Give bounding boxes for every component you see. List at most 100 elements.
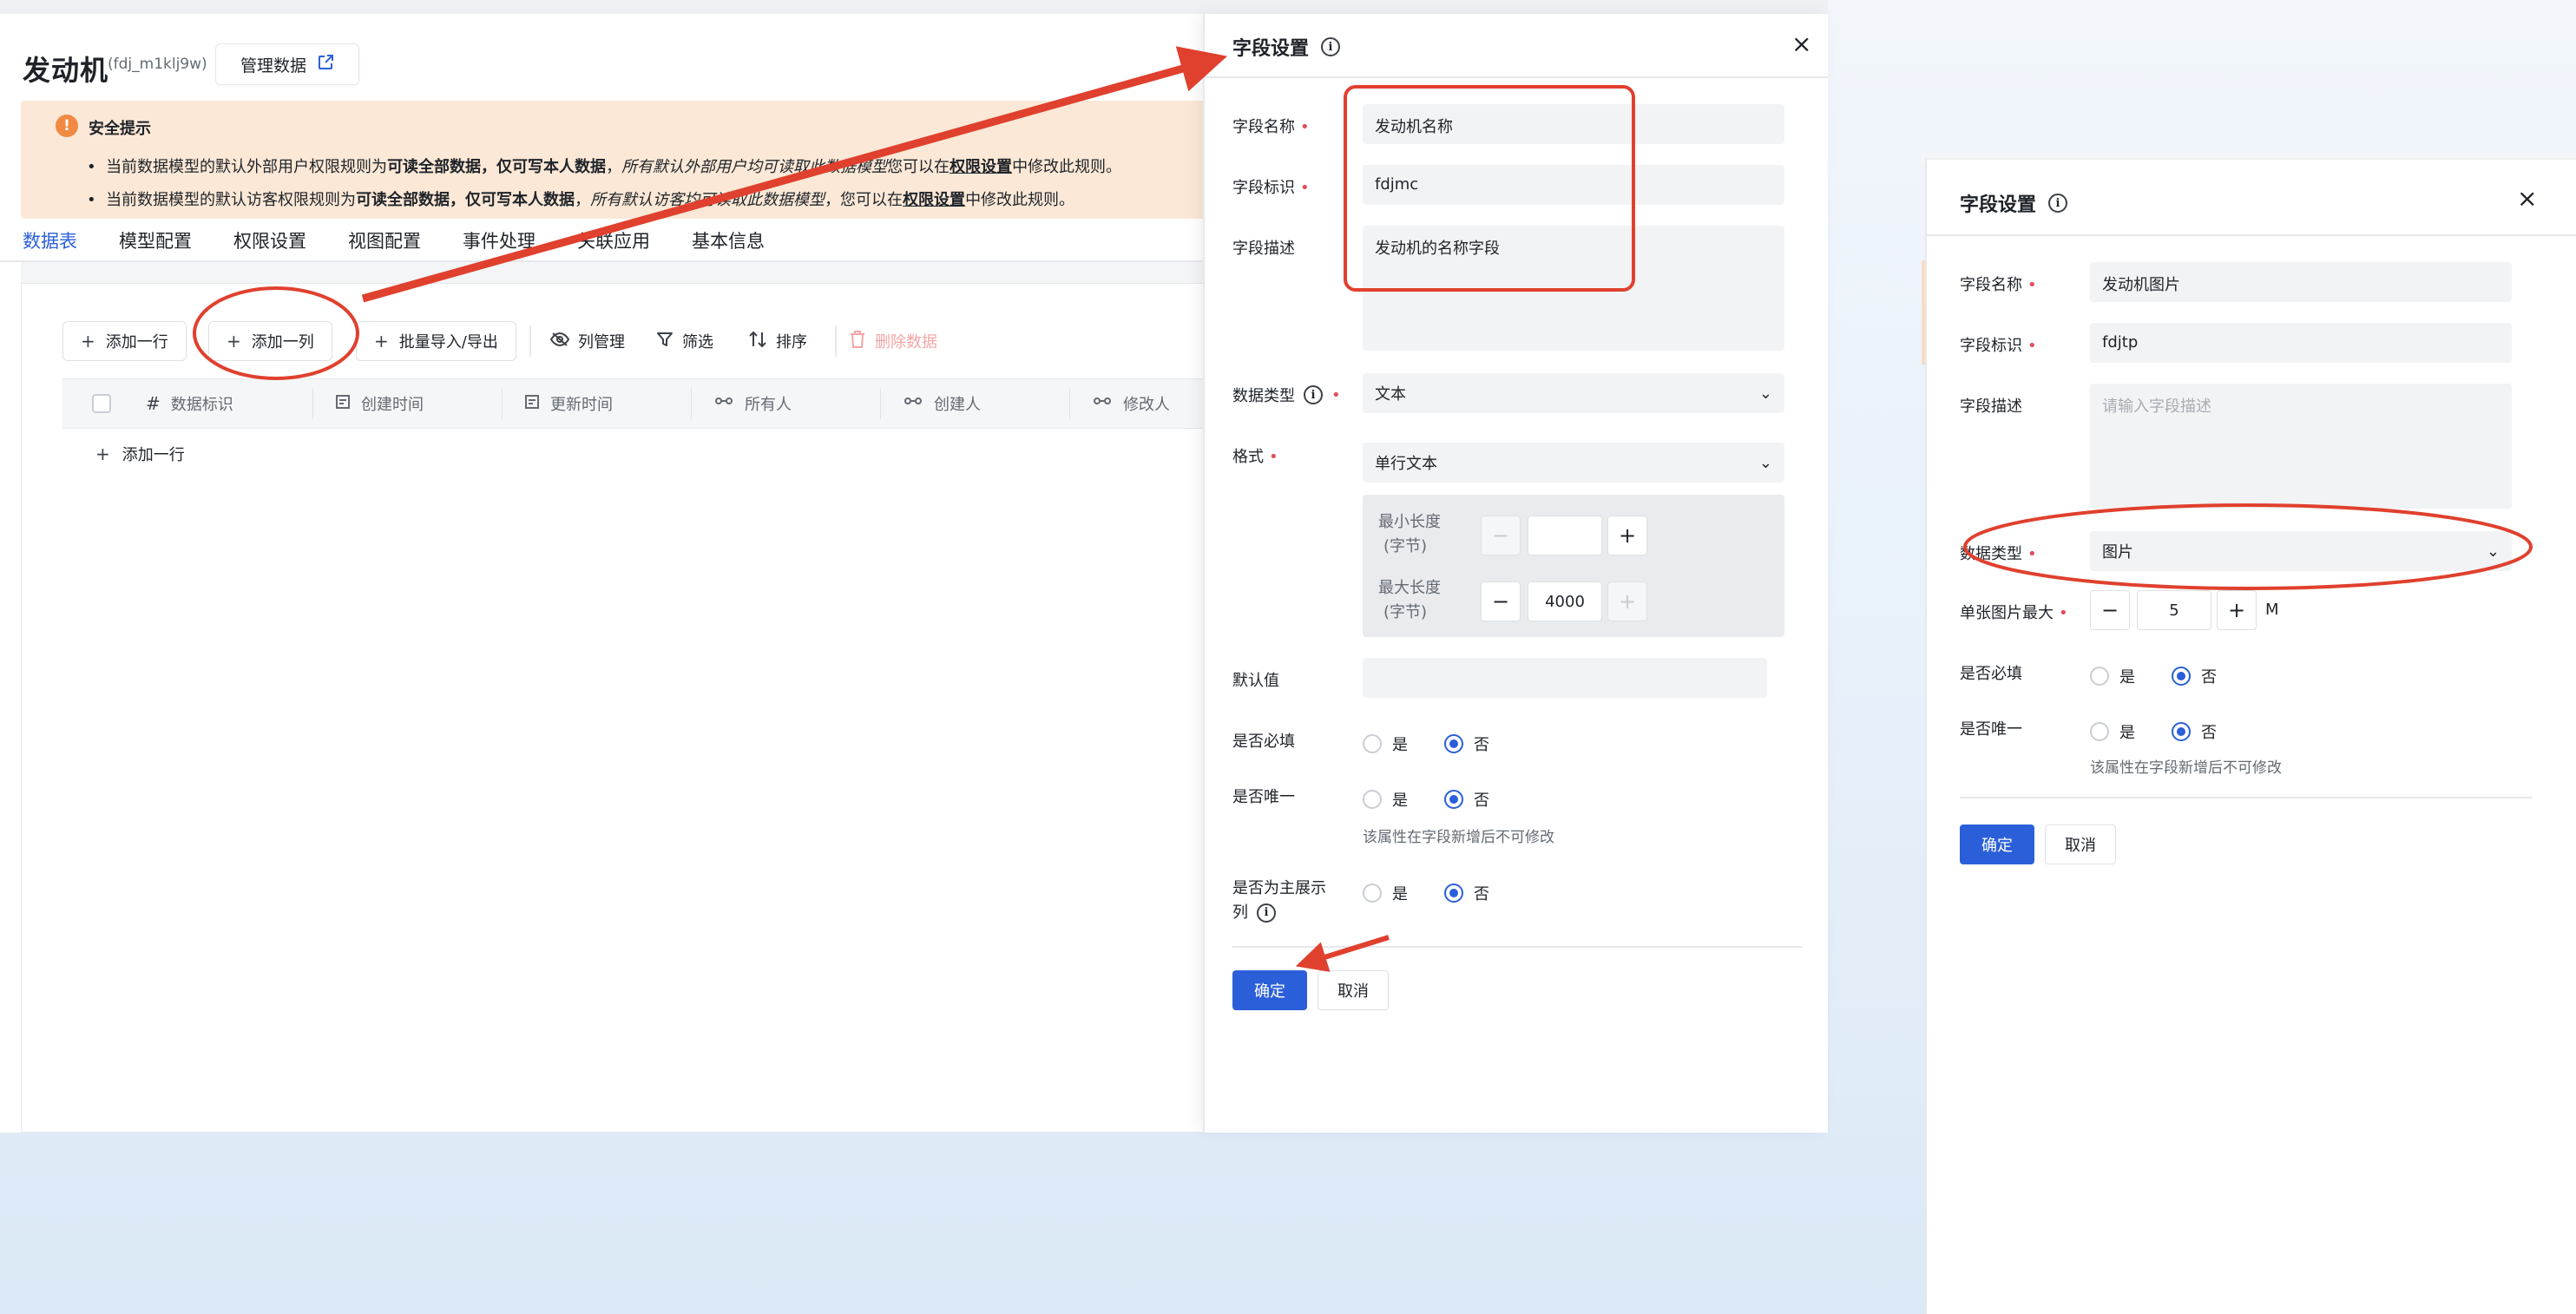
column-manage-label: 列管理	[578, 333, 625, 351]
add-column-label: 添加一列	[251, 333, 314, 351]
primary-display-label: 是否为主展示 列i	[1232, 879, 1326, 923]
table-add-row[interactable]: + 添加一行	[95, 443, 185, 465]
close-icon[interactable]: ×	[2517, 184, 2537, 213]
sort-button[interactable]: 排序	[748, 321, 807, 361]
batch-import-export-button[interactable]: + 批量导入/导出	[356, 321, 516, 361]
data-type-select[interactable]: 图片 ⌄	[2090, 531, 2512, 571]
max-length-input[interactable]: 4000	[1528, 581, 1602, 621]
image-size-decrement[interactable]: −	[2090, 590, 2130, 630]
image-size-increment[interactable]: +	[2217, 590, 2257, 630]
column-header-creator[interactable]: 创建人	[903, 379, 981, 428]
permission-settings-link-2[interactable]: 权限设置	[903, 191, 965, 209]
field-settings-panel-text: 字段设置 i × 字段名称 • 发动机名称 字段标识 • fdjmc 字段描述 发动…	[1203, 14, 1828, 1133]
user-link-icon	[1092, 394, 1113, 414]
format-select[interactable]: 单行文本 ⌄	[1363, 443, 1784, 483]
data-type-select[interactable]: 文本 ⌄	[1363, 373, 1784, 413]
unique-yes-radio[interactable]	[1363, 790, 1382, 809]
column-divider	[312, 388, 313, 419]
column-header-created-time[interactable]: 创建时间	[335, 379, 424, 428]
max-length-decrement[interactable]: −	[1481, 581, 1521, 621]
min-length-input[interactable]	[1528, 516, 1602, 555]
required-yes-radio[interactable]	[2090, 667, 2109, 686]
close-icon[interactable]: ×	[1791, 30, 1811, 58]
warning-icon: !	[56, 115, 78, 137]
tab-related-apps[interactable]: 关联应用	[577, 227, 671, 262]
add-row-button[interactable]: + 添加一行	[62, 321, 187, 361]
manage-data-button[interactable]: 管理数据	[215, 43, 359, 85]
info-icon[interactable]: i	[1304, 385, 1323, 404]
panel-header-divider	[1205, 76, 1828, 78]
image-size-label: 单张图片最大 •	[1960, 604, 2068, 622]
plus-icon: +	[81, 331, 95, 351]
field-name-input[interactable]: 发动机名称	[1363, 104, 1784, 144]
primary-no-radio[interactable]	[1444, 884, 1463, 903]
table-add-row-label: 添加一行	[122, 446, 185, 464]
tab-events[interactable]: 事件处理	[463, 227, 556, 262]
required-yes-radio[interactable]	[1363, 734, 1382, 753]
eye-off-icon	[549, 332, 570, 351]
model-identifier: (fdj_m1klj9w)	[108, 56, 207, 73]
field-name-label: 字段名称 •	[1232, 118, 1310, 136]
unique-hint: 该属性在字段新增后不可修改	[1363, 829, 1554, 846]
required-no-radio[interactable]	[2172, 667, 2191, 686]
column-manage-button[interactable]: 列管理	[549, 321, 625, 361]
plus-icon: +	[374, 331, 389, 351]
chevron-down-icon: ⌄	[2486, 542, 2500, 561]
default-value-input[interactable]	[1363, 658, 1767, 698]
filter-button[interactable]: 筛选	[656, 321, 713, 361]
filter-icon	[656, 331, 674, 352]
delete-data-label: 删除数据	[875, 333, 937, 351]
info-icon[interactable]: i	[1321, 37, 1341, 56]
field-id-input[interactable]: fdjmc	[1363, 165, 1784, 205]
delete-data-button[interactable]: 删除数据	[849, 321, 937, 361]
window-top-strip	[0, 0, 1828, 14]
column-header-owner[interactable]: 所有人	[713, 379, 792, 428]
primary-yes-radio[interactable]	[1363, 884, 1382, 903]
max-length-increment[interactable]: +	[1607, 581, 1647, 621]
cancel-button[interactable]: 取消	[2045, 825, 2116, 864]
security-notice: ! 安全提示 • 当前数据模型的默认外部用户权限规则为可读全部数据，仅可写本人数…	[21, 101, 1206, 219]
column-header-modifier[interactable]: 修改人	[1092, 379, 1170, 428]
min-length-decrement[interactable]: −	[1481, 516, 1521, 555]
image-size-input[interactable]: 5	[2137, 590, 2211, 630]
trash-icon	[849, 330, 866, 353]
max-length-label: 最大长度 (字节)	[1378, 579, 1441, 621]
field-desc-textarea[interactable]: 发动机的名称字段	[1363, 226, 1784, 351]
cancel-button[interactable]: 取消	[1318, 970, 1389, 1010]
tab-view-config[interactable]: 视图配置	[348, 227, 442, 262]
field-name-input[interactable]: 发动机图片	[2090, 262, 2512, 302]
add-column-button[interactable]: + 添加一列	[208, 321, 332, 361]
required-no-radio[interactable]	[1444, 734, 1463, 753]
info-icon[interactable]: i	[2048, 194, 2068, 213]
column-divider	[691, 388, 692, 419]
field-id-input[interactable]: fdjtp	[2090, 323, 2512, 363]
column-header-updated-time[interactable]: 更新时间	[524, 379, 613, 428]
required-label: 是否必填	[1960, 665, 2022, 683]
field-desc-label: 字段描述	[1960, 397, 2022, 416]
unique-no-radio[interactable]	[1444, 790, 1463, 809]
sort-icon	[748, 331, 767, 352]
field-desc-textarea[interactable]: 请输入字段描述	[2090, 384, 2512, 509]
batch-label: 批量导入/导出	[398, 333, 498, 351]
required-radio-group: 是 否	[2090, 665, 2217, 687]
confirm-button[interactable]: 确定	[1232, 970, 1307, 1010]
confirm-button[interactable]: 确定	[1960, 825, 2034, 864]
plus-icon: +	[95, 443, 110, 464]
field-id-label: 字段标识 •	[1232, 179, 1310, 197]
tab-permissions[interactable]: 权限设置	[233, 227, 327, 262]
tab-model-config[interactable]: 模型配置	[119, 227, 213, 262]
unique-no-radio[interactable]	[2172, 722, 2191, 741]
unique-yes-radio[interactable]	[2090, 722, 2109, 741]
tab-data-table[interactable]: 数据表	[23, 227, 98, 273]
min-length-increment[interactable]: +	[1607, 516, 1647, 555]
primary-display-radio-group: 是 否	[1363, 882, 1489, 904]
image-size-unit: M	[2265, 601, 2279, 619]
permission-settings-link[interactable]: 权限设置	[950, 158, 1012, 176]
required-radio-group: 是 否	[1363, 733, 1489, 755]
field-name-label: 字段名称 •	[1960, 276, 2037, 294]
column-header-id[interactable]: # 数据标识	[146, 379, 233, 428]
info-icon[interactable]: i	[1257, 903, 1276, 923]
tab-basic-info[interactable]: 基本信息	[692, 227, 785, 262]
model-tabs: 数据表 模型配置 权限设置 视图配置 事件处理 关联应用 基本信息	[23, 227, 806, 273]
select-all-checkbox[interactable]	[92, 379, 111, 428]
